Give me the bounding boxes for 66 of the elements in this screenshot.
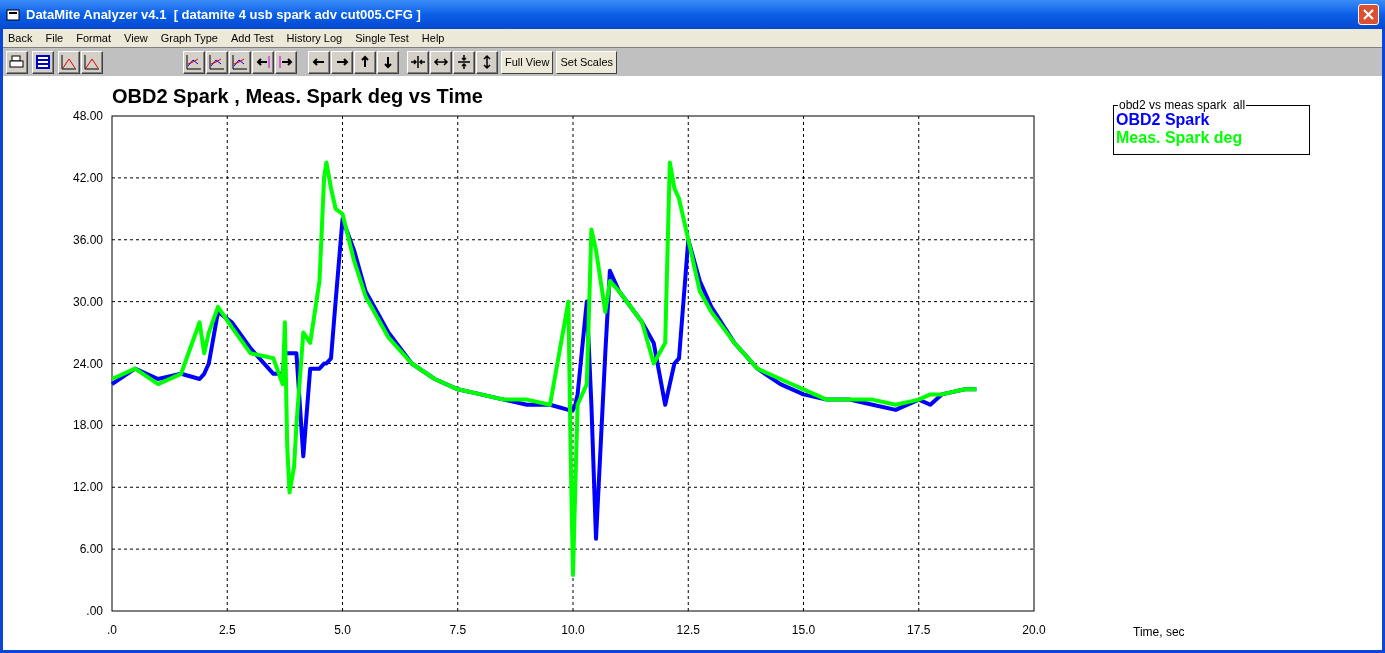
app-icon [6,7,20,22]
scroll-down-button[interactable] [377,50,399,74]
menu-item[interactable]: File [45,29,64,47]
chart-title: OBD2 Spark , Meas. Spark deg vs Time [112,85,483,107]
menu-item[interactable]: Add Test [231,29,274,47]
x-tick-label: 2.5 [218,623,236,637]
menu-item[interactable]: Format [76,29,112,47]
zoom-out-x-button[interactable] [430,50,452,74]
close-icon [1363,9,1374,20]
y-tick-label: 36.00 [72,232,103,247]
graph-view-button[interactable] [183,50,205,74]
close-button[interactable] [1358,4,1379,25]
menu-item[interactable]: Single Test [355,29,409,47]
toolbar-text-button[interactable]: Set Scales [556,50,618,74]
print-button[interactable] [6,50,28,74]
arrows-inward-icon [410,54,426,70]
zoom-out-y-button[interactable] [476,50,498,74]
y-tick-label: .00 [86,604,103,618]
arrow-left-icon [255,54,271,70]
y-tick-label: 24.00 [72,356,103,371]
x-tick-label: 10.0 [561,623,585,637]
zoom-in-x-button[interactable] [407,50,429,74]
scroll-left-button[interactable] [308,50,330,74]
y-tick-label: 48.00 [72,109,103,123]
x-tick-label: .0 [107,623,117,637]
line-graph-icon [186,54,202,70]
y-tick-label: 18.00 [72,418,103,433]
arrows-vertical-inward-icon [456,54,472,70]
legend-entry: Meas. Spark deg [1116,129,1244,147]
peak-graph-icon [84,54,100,70]
y-tick-label: 42.00 [72,170,103,185]
legend-title: obd2 vs meas spark all [1118,98,1247,112]
legend-entry: OBD2 Spark [1116,111,1210,129]
line-graph-icon [209,54,225,70]
y-tick-label: 12.00 [72,480,103,495]
arrow-right-icon [278,54,294,70]
data-table-icon [35,54,51,70]
x-tick-label: 17.5 [907,623,931,637]
cursor-left-button[interactable] [252,50,274,74]
x-tick-label: 5.0 [334,623,351,637]
peak-right-button[interactable] [81,50,103,74]
x-axis-label: Time, sec [1133,624,1185,641]
peak-left-button[interactable] [58,50,80,74]
menu-item[interactable]: History Log [286,29,343,47]
data-button[interactable] [32,50,54,74]
graph-view-button[interactable] [229,50,251,74]
x-tick-label: 12.5 [676,623,700,637]
x-tick-label: 20.0 [1022,623,1046,637]
peak-graph-icon [61,54,77,70]
window-title: DataMite Analyzer v4.1 [ datamite 4 usb spark adv cut005.CFG ] [26,5,421,24]
menu-item[interactable]: Back [8,29,33,47]
cursor-right-button[interactable] [275,50,297,74]
x-tick-label: 15.0 [791,623,816,637]
x-tick-label: 7.5 [449,623,467,637]
toolbar-text-button[interactable]: Full View [501,50,554,74]
printer-icon [9,54,25,70]
menu-item[interactable]: View [124,29,148,47]
graph-view-button[interactable] [206,50,228,74]
line-graph-icon [232,54,248,70]
menu-item[interactable]: Graph Type [160,29,218,47]
y-tick-label: 6.00 [79,542,103,557]
scroll-right-button[interactable] [331,50,353,74]
zoom-in-y-button[interactable] [453,50,475,74]
menu-item[interactable]: Help [421,29,445,47]
y-tick-label: 30.00 [72,294,103,309]
scroll-up-button[interactable] [354,50,376,74]
